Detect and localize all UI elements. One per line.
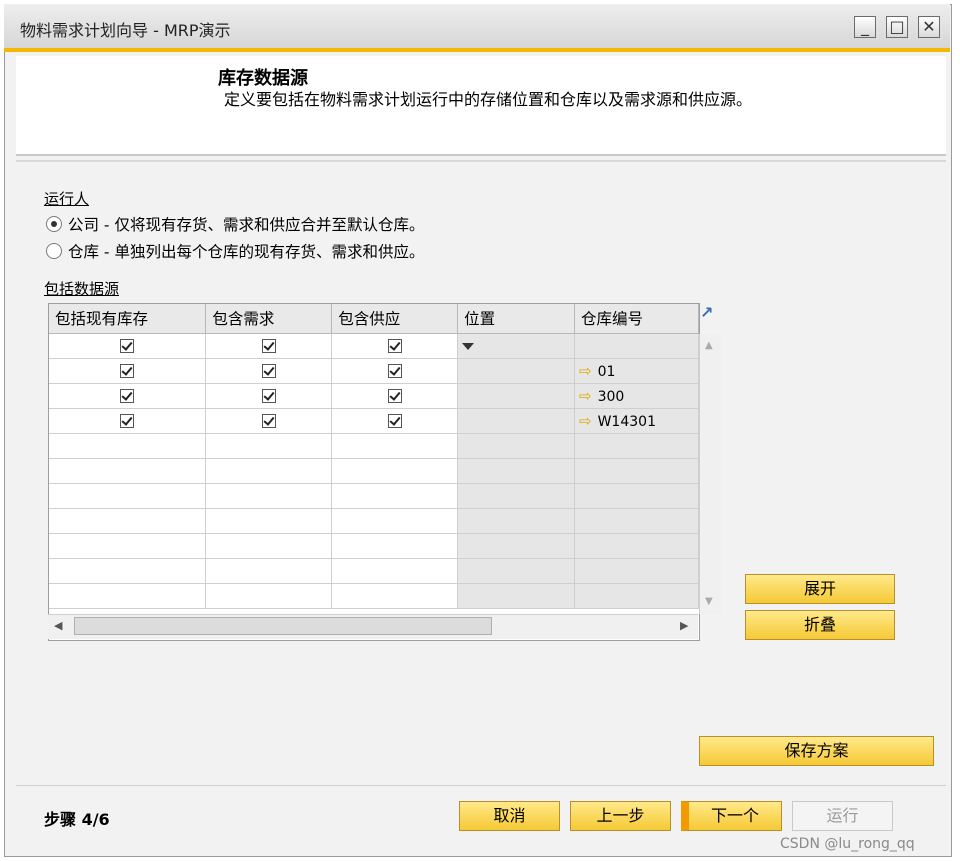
cell-location[interactable] — [457, 333, 576, 359]
cell-warehouse — [574, 333, 699, 359]
table-row — [49, 483, 699, 509]
cancel-button[interactable]: 取消 — [459, 801, 560, 831]
title-bar: 物料需求计划向导 - MRP演示 _ □ ✕ — [4, 4, 950, 52]
minimize-button[interactable]: _ — [854, 16, 876, 38]
horizontal-scrollbar[interactable]: ◀ ▶ — [48, 614, 698, 639]
arrow-right-icon[interactable]: ⇨ — [579, 387, 592, 405]
column-header-location[interactable]: 位置 — [457, 304, 576, 334]
data-source-grid: 包括现有库存 包含需求 包含供应 位置 仓库编号 ⇨ 01 ⇨ 300 ⇨ W1… — [48, 303, 722, 641]
run-by-label: 运行人 — [44, 190, 90, 208]
cell-location — [457, 408, 576, 434]
dropdown-arrow-icon[interactable] — [462, 342, 475, 350]
scroll-left-icon[interactable]: ◀ — [54, 619, 62, 632]
column-header-inventory[interactable]: 包括现有库存 — [49, 304, 207, 334]
data-source-table: 包括现有库存 包含需求 包含供应 位置 仓库编号 ⇨ 01 ⇨ 300 ⇨ W1… — [49, 304, 699, 609]
radio-warehouse[interactable]: 仓库 - 单独列出每个仓库的现有存货、需求和供应。 — [46, 240, 424, 262]
column-header-warehouse[interactable]: 仓库编号 — [574, 304, 699, 334]
close-button[interactable]: ✕ — [918, 16, 940, 38]
expand-button[interactable]: 展开 — [745, 574, 895, 604]
scrollbar-thumb[interactable] — [74, 617, 492, 635]
cell-inventory[interactable] — [49, 408, 207, 434]
cell-supply[interactable] — [331, 408, 459, 434]
step-indicator: 步骤 4/6 — [44, 810, 110, 829]
footer-divider — [16, 785, 946, 786]
scroll-up-icon[interactable]: ▲ — [705, 340, 713, 351]
checkbox-supply[interactable] — [387, 363, 402, 378]
maximize-button[interactable]: □ — [886, 16, 908, 38]
table-row — [49, 433, 699, 459]
back-button[interactable]: 上一步 — [570, 801, 671, 831]
cell-supply[interactable] — [331, 333, 459, 359]
cell-warehouse[interactable]: ⇨ 01 — [574, 358, 699, 384]
wizard-header: 库存数据源 定义要包括在物料需求计划运行中的存储位置和仓库以及需求源和供应源。 — [16, 56, 946, 156]
table-row — [49, 508, 699, 534]
table-row: ⇨ W14301 — [49, 408, 699, 434]
checkbox-demand[interactable] — [261, 388, 276, 403]
checkbox-inventory[interactable] — [120, 338, 135, 353]
radio-button-selected[interactable] — [46, 216, 62, 232]
cell-location — [457, 358, 576, 384]
arrow-right-icon[interactable]: ⇨ — [579, 362, 592, 380]
checkbox-inventory[interactable] — [120, 388, 135, 403]
table-row — [49, 583, 699, 609]
column-header-demand[interactable]: 包含需求 — [205, 304, 333, 334]
table-row: ⇨ 300 — [49, 383, 699, 409]
cell-demand[interactable] — [205, 358, 333, 384]
table-row — [49, 558, 699, 584]
checkbox-demand[interactable] — [261, 363, 276, 378]
divider — [16, 160, 946, 162]
cell-inventory[interactable] — [49, 333, 207, 359]
cell-supply[interactable] — [331, 383, 459, 409]
checkbox-supply[interactable] — [387, 388, 402, 403]
arrow-right-icon[interactable]: ⇨ — [579, 412, 592, 430]
checkbox-inventory[interactable] — [120, 363, 135, 378]
radio-company-label: 公司 - 仅将现有存货、需求和供应合并至默认仓库。 — [68, 216, 425, 234]
cell-inventory[interactable] — [49, 383, 207, 409]
watermark-text: CSDN @lu_rong_qq — [780, 836, 915, 852]
next-button[interactable]: 下一个 — [681, 801, 782, 831]
checkbox-supply[interactable] — [387, 413, 402, 428]
collapse-button[interactable]: 折叠 — [745, 610, 895, 640]
cell-inventory[interactable] — [49, 358, 207, 384]
save-plan-button[interactable]: 保存方案 — [699, 736, 934, 766]
table-row — [49, 333, 699, 359]
radio-company[interactable]: 公司 - 仅将现有存货、需求和供应合并至默认仓库。 — [46, 213, 424, 235]
cell-demand[interactable] — [205, 333, 333, 359]
window-title: 物料需求计划向导 - MRP演示 — [20, 21, 231, 40]
cell-warehouse[interactable]: ⇨ 300 — [574, 383, 699, 409]
checkbox-demand[interactable] — [261, 338, 276, 353]
scroll-right-icon[interactable]: ▶ — [680, 619, 688, 632]
table-row — [49, 533, 699, 559]
table-row — [49, 458, 699, 484]
checkbox-demand[interactable] — [261, 413, 276, 428]
radio-button[interactable] — [46, 243, 62, 259]
cell-warehouse[interactable]: ⇨ W14301 — [574, 408, 699, 434]
column-header-supply[interactable]: 包含供应 — [331, 304, 459, 334]
cell-location — [457, 383, 576, 409]
radio-warehouse-label: 仓库 - 单独列出每个仓库的现有存货、需求和供应。 — [68, 243, 425, 261]
table-header-row: 包括现有库存 包含需求 包含供应 位置 仓库编号 — [49, 304, 699, 334]
include-sources-label: 包括数据源 — [44, 280, 120, 298]
cell-demand[interactable] — [205, 408, 333, 434]
expand-arrow-icon[interactable]: ↗ — [700, 303, 718, 322]
cell-demand[interactable] — [205, 383, 333, 409]
checkbox-supply[interactable] — [387, 338, 402, 353]
checkbox-inventory[interactable] — [120, 413, 135, 428]
vertical-scrollbar[interactable]: ▲ ▼ — [699, 334, 722, 614]
run-button[interactable]: 运行 — [792, 801, 893, 831]
page-description: 定义要包括在物料需求计划运行中的存储位置和仓库以及需求源和供应源。 — [224, 90, 753, 109]
cell-supply[interactable] — [331, 358, 459, 384]
scroll-down-icon[interactable]: ▼ — [705, 596, 713, 607]
table-row: ⇨ 01 — [49, 358, 699, 384]
